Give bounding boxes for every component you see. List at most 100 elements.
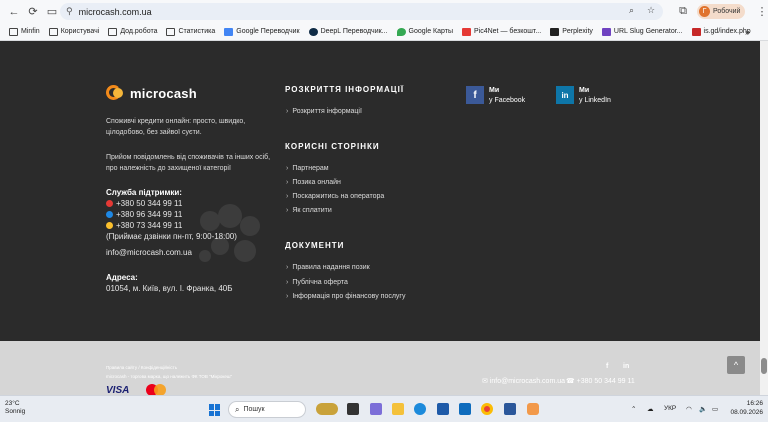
profile-button[interactable]: Г Робочий <box>697 4 745 19</box>
phone-vodafone[interactable]: +380 50 344 99 11 <box>106 199 182 208</box>
chevron-right-icon: › <box>286 108 289 115</box>
system-clock[interactable]: 16:26 08.09.2026 <box>727 399 763 417</box>
maps-pin-icon <box>396 27 406 36</box>
logo-mark-icon <box>106 85 126 101</box>
section-title-documents: ДОКУМЕНТИ <box>285 241 345 250</box>
vodafone-icon <box>106 200 113 207</box>
menu-icon[interactable]: ⋮ <box>754 3 768 19</box>
facebook-link[interactable]: f Ми у Facebook <box>466 86 525 106</box>
address-title: Адреса: <box>106 273 138 282</box>
linkedin-small-icon[interactable]: in <box>623 363 629 370</box>
address-bar[interactable]: ⚲ microcash.com.ua ⌕ ☆ <box>60 3 663 20</box>
sidepanel-icon[interactable]: ▭ <box>44 4 60 20</box>
link-public-offer[interactable]: › Публічна оферта <box>286 279 348 286</box>
reload-icon[interactable]: ⟳ <box>25 4 41 20</box>
site-info-icon[interactable]: ⚲ <box>66 6 73 17</box>
app-icon[interactable] <box>370 403 382 415</box>
store-icon[interactable] <box>437 403 449 415</box>
mail-icon: ✉ <box>482 378 490 385</box>
page-scrollbar[interactable] <box>760 41 768 395</box>
chevron-right-icon: › <box>286 207 289 214</box>
battery-icon[interactable]: ▭ <box>712 405 718 413</box>
bookmark-isgd[interactable]: is.gd/index.php <box>691 27 751 36</box>
bookmark-deepl[interactable]: DeepL Переводчик... <box>308 27 388 36</box>
address-text: 01054, м. Київ, вул. І. Франка, 40Б <box>106 284 233 293</box>
chevron-right-icon: › <box>286 179 289 186</box>
legal-links[interactable]: Правила сайту / Конфіденційність <box>106 365 177 370</box>
folder-icon <box>108 27 118 36</box>
trademark-text: microcash - торгова марка, що належить Ф… <box>106 374 233 379</box>
pic4net-icon <box>461 27 471 36</box>
support-hours: (Приймає дзвінки пн-пт, 9:00-18:00) <box>106 232 237 241</box>
taskbar-search[interactable]: ⌕ Пошук <box>228 401 306 418</box>
url-text: microcash.com.ua <box>78 6 152 17</box>
avatar: Г <box>699 6 710 17</box>
bottom-email[interactable]: ✉ info@microcash.com.ua <box>482 377 565 385</box>
folder-icon <box>9 27 18 36</box>
cloud-icon[interactable]: ☁ <box>647 405 654 413</box>
edge-icon[interactable] <box>414 403 426 415</box>
volume-icon[interactable]: 🔈 <box>699 405 707 413</box>
back-icon[interactable]: ← <box>6 4 22 20</box>
section-title-disclosure: РОЗКРИТТЯ ІНФОРМАЦІЇ <box>285 85 405 94</box>
snipping-tool-icon[interactable] <box>527 403 539 415</box>
search-icon: ⌕ <box>235 404 240 414</box>
lifecell-icon <box>106 222 113 229</box>
phone-lifecell[interactable]: +380 73 344 99 11 <box>106 221 182 230</box>
footer-bottom-bar: Правила сайту / Конфіденційність microca… <box>0 341 760 396</box>
chevron-right-icon: › <box>286 264 289 271</box>
bookmark-star-icon[interactable]: ☆ <box>647 5 655 16</box>
link-complaint[interactable]: › Поскаржитись на оператора <box>286 193 384 200</box>
support-title: Служба підтримки: <box>106 188 182 197</box>
scrollbar-thumb[interactable] <box>761 358 767 374</box>
zoom-icon[interactable]: ⌕ <box>629 5 634 16</box>
microcash-logo[interactable]: microcash <box>106 85 197 101</box>
bookmarks-bar: Minfin Користувачі Дод.робота Статистика… <box>0 23 768 41</box>
chrome-icon[interactable] <box>481 403 493 415</box>
folder-icon <box>48 27 58 36</box>
scroll-to-top-button[interactable]: ^ <box>727 356 745 374</box>
bottom-phone[interactable]: ☎ +380 50 344 99 11 <box>566 377 635 385</box>
link-disclosure[interactable]: › Розкриття інформації <box>286 108 362 115</box>
link-financial-info[interactable]: › Інформація про фінансову послугу <box>286 293 405 300</box>
wifi-icon[interactable]: ◠ <box>686 405 692 413</box>
deepl-icon <box>308 27 318 36</box>
outlook-icon[interactable] <box>459 403 471 415</box>
site-footer: microcash Споживчі кредити онлайн: прост… <box>0 41 760 341</box>
linkedin-link[interactable]: in Ми у LinkedIn <box>556 86 611 106</box>
task-view-icon[interactable] <box>347 403 359 415</box>
file-explorer-icon[interactable] <box>392 403 404 415</box>
perplexity-icon <box>550 27 560 36</box>
chevron-right-icon: › <box>286 293 289 300</box>
link-loan-online[interactable]: › Позика онлайн <box>286 179 341 186</box>
bookmark-perplexity[interactable]: Perplexity <box>550 27 593 36</box>
link-loan-rules[interactable]: › Правила надання позик <box>286 264 370 271</box>
profile-name: Робочий <box>713 8 741 15</box>
bookmark-google-translate[interactable]: Google Переводчик <box>224 27 300 36</box>
facebook-icon: f <box>466 86 484 104</box>
bookmark-minfin[interactable]: Minfin <box>9 27 40 36</box>
start-button[interactable] <box>209 404 221 416</box>
windows-taskbar: 23°C Sonnig ⌕ Пошук ⌃ ☁ УКР ◠ 🔈 ▭ 16:26 … <box>0 395 768 422</box>
word-icon[interactable] <box>504 403 516 415</box>
bookmark-url-slug[interactable]: URL Slug Generator... <box>601 27 683 36</box>
tray-chevron-up-icon[interactable]: ⌃ <box>631 405 636 413</box>
facebook-small-icon[interactable]: f <box>606 363 608 370</box>
weather-widget[interactable]: 23°C Sonnig <box>5 400 25 416</box>
kyivstar-icon <box>106 211 113 218</box>
isgd-icon <box>691 27 701 36</box>
language-indicator[interactable]: УКР <box>664 405 676 412</box>
phone-kyivstar[interactable]: +380 96 344 99 11 <box>106 210 182 219</box>
bookmark-extra-work[interactable]: Дод.робота <box>108 27 157 36</box>
more-bookmarks-icon[interactable]: » <box>745 27 750 37</box>
link-how-to-pay[interactable]: › Як сплатити <box>286 207 332 214</box>
folder-icon <box>166 27 176 36</box>
bookmark-pic4net[interactable]: Pic4Net — безкошт... <box>461 27 541 36</box>
bookmark-statistics[interactable]: Статистика <box>166 27 215 36</box>
bookmark-google-maps[interactable]: Google Карты <box>396 27 453 36</box>
bookmark-users[interactable]: Користувачі <box>48 27 99 36</box>
link-partners[interactable]: › Партнерам <box>286 165 329 172</box>
support-email[interactable]: info@microcash.com.ua <box>106 248 192 257</box>
extensions-icon[interactable]: ⧉ <box>675 3 691 19</box>
widget-icon[interactable] <box>316 403 338 415</box>
